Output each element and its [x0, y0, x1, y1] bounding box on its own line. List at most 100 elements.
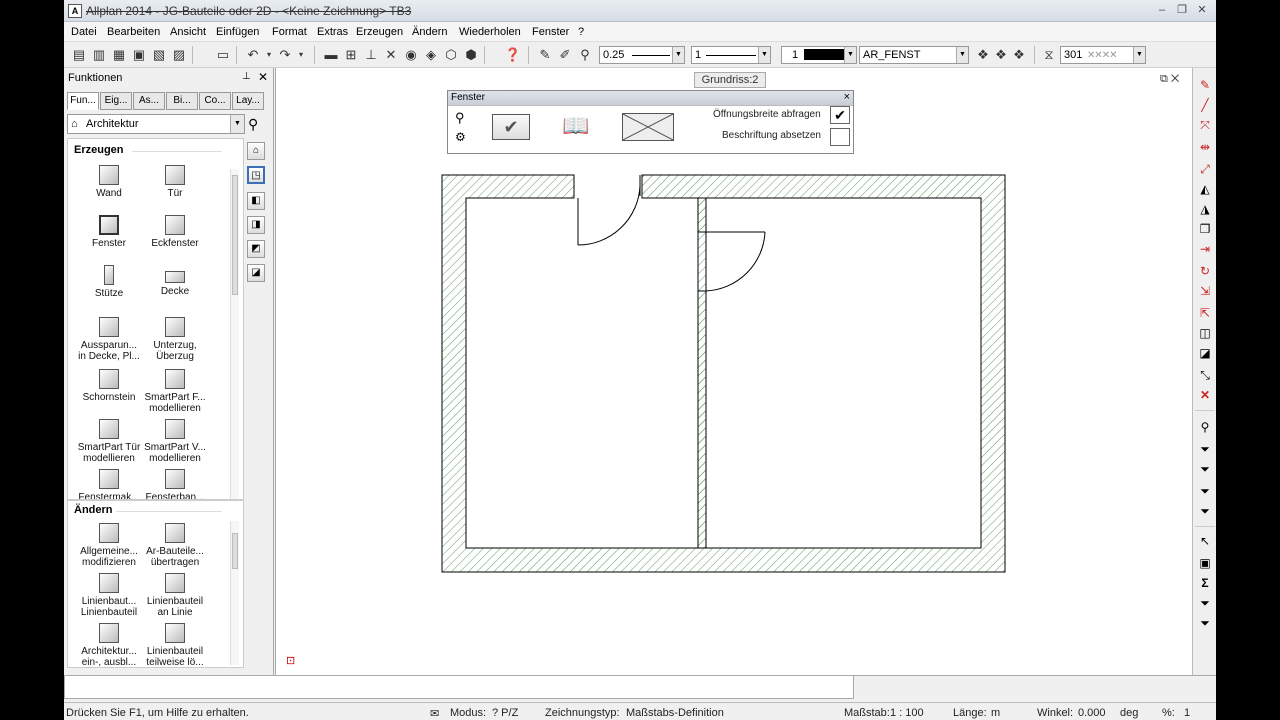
stretch-icon[interactable]: ⇱	[1196, 304, 1214, 322]
tab-layer[interactable]: Lay...	[232, 92, 264, 110]
status-angle-value[interactable]: 0.000	[1078, 707, 1106, 719]
view-tab-grundriss[interactable]: Grundriss:2	[694, 72, 766, 88]
side-layout-icon[interactable]: ◨	[247, 216, 265, 234]
settings-icon[interactable]: ⚙	[455, 130, 466, 144]
print-icon[interactable]: ▨	[170, 46, 188, 64]
create-window-sill-item[interactable]: Fensterban...	[142, 469, 208, 499]
create-smartpart-door-item[interactable]: SmartPart Tür modellieren	[76, 419, 142, 464]
menu-extras[interactable]: Extras	[317, 26, 348, 38]
side-roof-icon[interactable]: ◪	[247, 264, 265, 282]
drawing-canvas[interactable]: Grundriss:2 ⧉ ✕ ⊡ Fenster × ⚲ ⚙ ✔ 📖 Öffn…	[275, 68, 1192, 675]
view-window-buttons[interactable]: ⧉ ✕	[1160, 73, 1179, 86]
display-icon[interactable]: ▭	[214, 46, 232, 64]
split-icon[interactable]: ⇹	[1196, 138, 1214, 156]
filter-plus-icon[interactable]: ⏷	[1196, 482, 1214, 500]
menu-help[interactable]: ?	[578, 26, 584, 38]
category-select[interactable]: ⌂ Architektur ▼	[67, 114, 245, 134]
layer-visibility-icon[interactable]: ◈	[422, 46, 440, 64]
side-tools-icon[interactable]: ◧	[247, 192, 265, 210]
create-window-macro-item[interactable]: Fenstermak...	[76, 469, 142, 499]
create-column-item[interactable]: Stütze	[76, 265, 142, 299]
tab-functions[interactable]: Fun...	[67, 92, 99, 110]
offset-icon[interactable]: ⊥	[362, 46, 380, 64]
modify-general-item[interactable]: Allgemeine... modifizieren	[76, 523, 142, 568]
close-window-button[interactable]: ✕	[1194, 3, 1210, 17]
pen-icon[interactable]: ✐	[556, 46, 574, 64]
tab-connect[interactable]: Co...	[199, 92, 231, 110]
side-architecture-icon[interactable]: ⌂	[247, 142, 265, 160]
delete-icon[interactable]: ✕	[382, 46, 400, 64]
side-plans-icon[interactable]: ◩	[247, 240, 265, 258]
modify-linear-component-item[interactable]: Linienbaut... Linienbauteil	[76, 573, 142, 618]
pattern-icon[interactable]: ⧖	[1040, 46, 1058, 64]
create-beam-item[interactable]: Unterzug, Überzug	[142, 317, 208, 362]
resize-icon[interactable]: ⤡	[1196, 366, 1214, 384]
open-file-icon[interactable]: ▦	[110, 46, 128, 64]
select-area-icon[interactable]: ▣	[1196, 554, 1214, 572]
modify-list-scrollbar[interactable]	[230, 521, 239, 665]
status-scale-value[interactable]: 1 : 100	[890, 707, 924, 719]
search-icon[interactable]: ⚲	[248, 116, 258, 133]
filter-select-icon[interactable]: ⏷	[1196, 460, 1214, 478]
modify-partial-delete-item[interactable]: Linienbauteil teilweise lö...	[142, 623, 208, 667]
print-preview-icon[interactable]: ▧	[150, 46, 168, 64]
pen-thickness-select[interactable]: 0.25 ▼	[599, 46, 685, 64]
labeling-checkbox[interactable]	[830, 128, 850, 146]
window-library-button[interactable]: 📖	[556, 114, 596, 140]
pin-icon[interactable]: ⊥	[242, 71, 251, 82]
status-percent-value[interactable]: 1	[1184, 707, 1190, 719]
help-icon[interactable]: ❓	[504, 46, 522, 64]
mirror-copy-icon[interactable]: ◮	[1196, 200, 1214, 218]
create-wall-item[interactable]: Wand	[76, 165, 142, 199]
sum-icon[interactable]: Σ	[1196, 574, 1214, 592]
menu-datei[interactable]: Datei	[71, 26, 97, 38]
filter-icon[interactable]: ⏷	[1196, 440, 1214, 458]
scrollbar-thumb[interactable]	[232, 533, 238, 569]
layer-tools-icon[interactable]: ❖	[1010, 46, 1028, 64]
pipette-tool-icon[interactable]: ⚲	[1196, 418, 1214, 436]
create-smartpart-window-item[interactable]: SmartPart F... modellieren	[142, 369, 208, 414]
save-icon[interactable]: ▣	[130, 46, 148, 64]
create-window-item[interactable]: Fenster	[76, 215, 142, 249]
intersect-icon[interactable]: ⤧	[1196, 116, 1214, 134]
window-properties-button[interactable]: ✔	[492, 114, 530, 140]
modify-transfer-item[interactable]: Ar-Bauteile... übertragen	[142, 523, 208, 568]
new-file-icon[interactable]: ▤	[70, 46, 88, 64]
open-project-icon[interactable]: ▥	[90, 46, 108, 64]
panel-close-button[interactable]: ✕	[258, 70, 268, 84]
pattern-select[interactable]: 301 ✕✕✕✕ ▼	[1060, 46, 1146, 64]
tab-assistants[interactable]: As...	[133, 92, 165, 110]
create-corner-window-item[interactable]: Eckfenster	[142, 215, 208, 249]
status-drawtype-value[interactable]: Maßstabs-Definition	[626, 707, 724, 719]
menu-bearbeiten[interactable]: Bearbeiten	[107, 26, 160, 38]
rotate-icon[interactable]: ↻	[1196, 262, 1214, 280]
dimension-icon[interactable]: ⊞	[342, 46, 360, 64]
menu-format[interactable]: Format	[272, 26, 307, 38]
redo-dropdown-icon[interactable]: ▾	[292, 46, 310, 64]
minimize-button[interactable]: –	[1154, 3, 1170, 17]
create-chimney-item[interactable]: Schornstein	[76, 369, 142, 403]
modify-show-hide-item[interactable]: Architektur... ein-, ausbl...	[76, 623, 142, 667]
pipette-icon[interactable]: ⚲	[576, 46, 594, 64]
format-brush-icon[interactable]: ✎	[536, 46, 554, 64]
3d-view-icon[interactable]: ⬢	[462, 46, 480, 64]
menu-aendern[interactable]: Ändern	[412, 26, 447, 38]
offset-tool-icon[interactable]: ⤢	[1196, 160, 1214, 178]
draw-pencil-icon[interactable]: ✎	[1196, 76, 1214, 94]
filter-minus-icon[interactable]: ⏷	[1196, 502, 1214, 520]
status-length-value[interactable]: m	[991, 707, 1000, 719]
menu-ansicht[interactable]: Ansicht	[170, 26, 206, 38]
create-smartpart-v-item[interactable]: SmartPart V... modellieren	[142, 419, 208, 464]
delete-tool-icon[interactable]: ✕	[1196, 386, 1214, 404]
eye-icon[interactable]: ◉	[402, 46, 420, 64]
status-angle-unit[interactable]: deg	[1120, 707, 1138, 719]
move-icon[interactable]: ⇥	[1196, 240, 1214, 258]
tab-properties[interactable]: Eig...	[100, 92, 132, 110]
restore-button[interactable]: ❐	[1174, 3, 1190, 17]
modify-component-to-line-item[interactable]: Linienbauteil an Linie	[142, 573, 208, 618]
group-icon[interactable]: ◪	[1196, 344, 1214, 362]
tab-library[interactable]: Bi...	[166, 92, 198, 110]
window-macro-button[interactable]	[622, 113, 674, 141]
select-arrow-icon[interactable]: ↖	[1196, 532, 1214, 550]
measure-icon[interactable]: ▬	[322, 46, 340, 64]
